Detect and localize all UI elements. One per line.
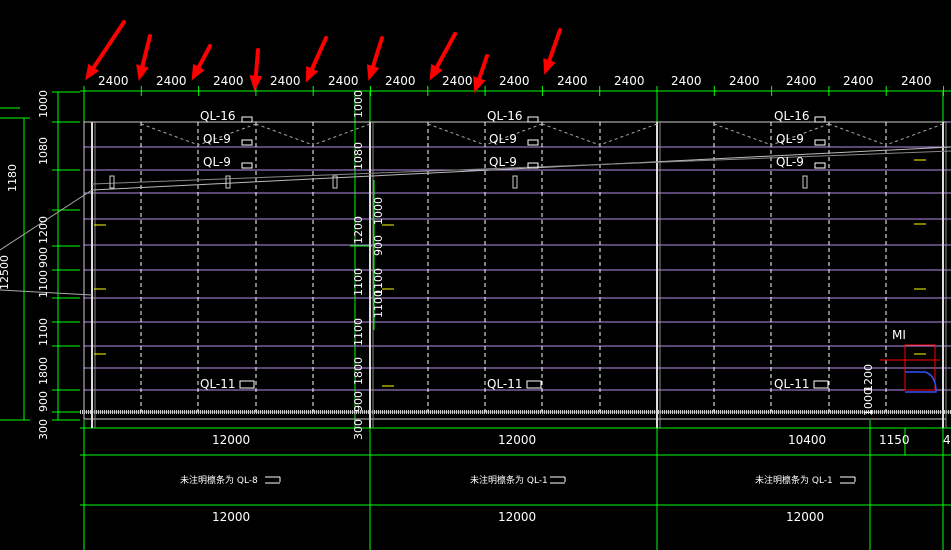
note-bay-3: 未注明檩条为 QL-1 xyxy=(755,474,833,486)
mid-dim-3: 1200 xyxy=(352,216,365,244)
mid-dim-8: 300 xyxy=(352,419,365,440)
top-dim-1: 2400 xyxy=(98,74,129,88)
top-dim-13: 2400 xyxy=(786,74,817,88)
bottom-dim-2: 12000 xyxy=(498,433,536,447)
detail-dim: 1200 xyxy=(862,364,875,392)
mid-dim-5: 1100 xyxy=(352,318,365,346)
bottom-dim-5: 4 xyxy=(943,433,951,447)
top-dim-7: 2400 xyxy=(442,74,473,88)
left-dim-7: 1100 xyxy=(37,318,50,346)
bay1-ql9-a: QL-9 xyxy=(203,132,231,146)
bottom-dim-3: 10400 xyxy=(788,433,826,447)
bay2-ql16: QL-16 xyxy=(487,109,523,123)
bay1-ql9-b: QL-9 xyxy=(203,155,231,169)
top-dim-6: 2400 xyxy=(385,74,416,88)
top-dim-3: 2400 xyxy=(213,74,244,88)
left-dim-1: 1000 xyxy=(37,90,50,118)
bay3-ql9-a: QL-9 xyxy=(776,132,804,146)
detail-label: MI xyxy=(892,328,906,342)
bottom2-dim-2: 12000 xyxy=(498,510,536,524)
bottom-dim-4: 1150 xyxy=(879,433,910,447)
top-dim-14: 2400 xyxy=(843,74,874,88)
mid-dim-1: 1000 xyxy=(352,90,365,118)
bottom2-dim-3: 12000 xyxy=(786,510,824,524)
bottom2-dim-1: 12000 xyxy=(212,510,250,524)
detail-dim-2: 1000 xyxy=(862,388,875,416)
bay2-ql11: QL-11 xyxy=(487,377,523,391)
left-dim-4: 1200 xyxy=(37,216,50,244)
bay3-ql11: QL-11 xyxy=(774,377,810,391)
left-dim-6: 1100 xyxy=(37,270,50,298)
left-dim-5: 900 xyxy=(37,247,50,268)
top-dim-9: 2400 xyxy=(557,74,588,88)
mid-dim-10: 900 xyxy=(372,235,385,256)
top-dim-11: 2400 xyxy=(671,74,702,88)
left-total-dim: 12500 xyxy=(0,255,11,290)
mid-dim-7: 900 xyxy=(352,391,365,412)
mid-dim-12: 1100 xyxy=(372,290,385,318)
top-dimension-labels: 2400 2400 2400 2400 2400 2400 2400 2400 … xyxy=(98,74,932,88)
top-dim-10: 2400 xyxy=(614,74,645,88)
left-dim-8: 1800 xyxy=(37,357,50,385)
top-dim-15: 2400 xyxy=(901,74,932,88)
bay2-ql9-a: QL-9 xyxy=(489,132,517,146)
left-dim-3: 1180 xyxy=(6,164,19,192)
mid-dim-4: 1100 xyxy=(352,268,365,296)
top-dim-4: 2400 xyxy=(270,74,301,88)
top-dim-8: 2400 xyxy=(499,74,530,88)
top-dim-2: 2400 xyxy=(156,74,187,88)
bay1-ql16: QL-16 xyxy=(200,109,236,123)
mid-dim-6: 1800 xyxy=(352,357,365,385)
left-dim-2: 1080 xyxy=(37,137,50,165)
mid-dim-9: 1000 xyxy=(372,197,385,225)
top-dim-5: 2400 xyxy=(328,74,359,88)
note-bay-2: 未注明檩条为 QL-1 xyxy=(470,474,548,486)
mid-dim-2: 1080 xyxy=(352,142,365,170)
bay1-ql11: QL-11 xyxy=(200,377,236,391)
bottom-dim-1: 12000 xyxy=(212,433,250,447)
top-dim-12: 2400 xyxy=(729,74,760,88)
bay3-ql16: QL-16 xyxy=(774,109,810,123)
bay3-ql9-b: QL-9 xyxy=(776,155,804,169)
note-bay-1: 未注明檩条为 QL-8 xyxy=(180,474,258,486)
cad-drawing-canvas[interactable]: 2400 2400 2400 2400 2400 2400 2400 2400 … xyxy=(0,0,951,550)
left-dim-9: 900 xyxy=(37,391,50,412)
left-dim-10: 300 xyxy=(37,419,50,440)
bay2-ql9-b: QL-9 xyxy=(489,155,517,169)
